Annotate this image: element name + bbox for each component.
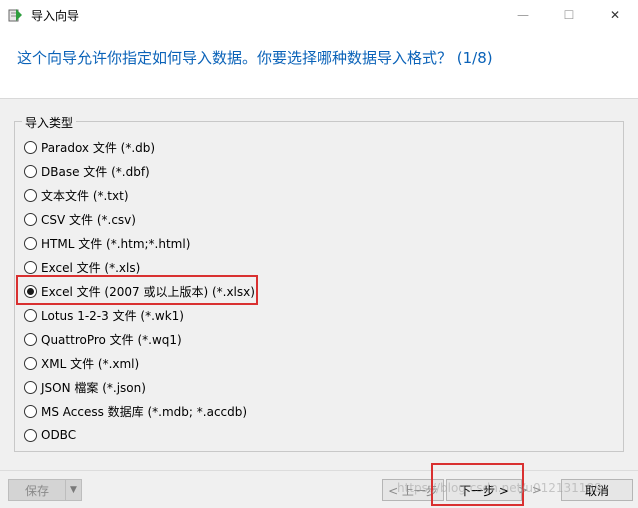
option-label: JSON 檔案 (*.json) <box>41 380 146 395</box>
option-json[interactable]: JSON 檔案 (*.json) <box>24 375 604 399</box>
option-label: CSV 文件 (*.csv) <box>41 212 136 227</box>
radio-button[interactable] <box>24 332 37 346</box>
radio-button[interactable] <box>24 212 37 226</box>
option-label: Lotus 1-2-3 文件 (*.wk1) <box>41 308 184 323</box>
option-dbase[interactable]: DBase 文件 (*.dbf) <box>24 159 604 183</box>
option-label: QuattroPro 文件 (*.wq1) <box>41 332 182 347</box>
option-label: Paradox 文件 (*.db) <box>41 140 156 155</box>
option-text[interactable]: 文本文件 (*.txt) <box>24 183 604 207</box>
save-button[interactable]: 保存 <box>8 479 66 501</box>
option-csv[interactable]: CSV 文件 (*.csv) <box>24 207 604 231</box>
option-odbc[interactable]: ODBC <box>24 423 604 447</box>
title-bar: 导入向导 — ☐ ✕ <box>0 0 638 30</box>
option-label: HTML 文件 (*.htm;*.html) <box>41 236 191 251</box>
option-label: DBase 文件 (*.dbf) <box>41 164 150 179</box>
maximize-button[interactable]: ☐ <box>546 0 592 30</box>
save-dropdown-icon[interactable]: ▼ <box>66 479 82 501</box>
option-label: ODBC <box>41 428 77 442</box>
option-paradox[interactable]: Paradox 文件 (*.db) <box>24 135 604 159</box>
minimize-button[interactable]: — <box>500 0 546 30</box>
radio-button[interactable] <box>24 140 37 154</box>
xlsx-highlight-annotation <box>16 275 258 305</box>
radio-button[interactable] <box>24 380 37 394</box>
radio-button[interactable] <box>24 356 37 370</box>
import-type-label: 导入类型 <box>22 114 77 131</box>
option-label: Excel 文件 (*.xls) <box>41 260 141 275</box>
radio-button[interactable] <box>24 260 37 274</box>
option-html[interactable]: HTML 文件 (*.htm;*.html) <box>24 231 604 255</box>
radio-button[interactable] <box>24 308 37 322</box>
wizard-instruction: 这个向导允许你指定如何导入数据。你要选择哪种数据导入格式？ (1/8) <box>17 49 493 67</box>
radio-button[interactable] <box>24 404 37 418</box>
window-title: 导入向导 <box>31 9 80 23</box>
option-ms-access[interactable]: MS Access 数据库 (*.mdb; *.accdb) <box>24 399 604 423</box>
radio-button[interactable] <box>24 428 37 442</box>
close-button[interactable]: ✕ <box>592 0 638 30</box>
radio-button[interactable] <box>24 188 37 202</box>
option-lotus[interactable]: Lotus 1-2-3 文件 (*.wk1) <box>24 303 604 327</box>
radio-button[interactable] <box>24 164 37 178</box>
import-wizard-icon <box>8 9 22 22</box>
option-xml[interactable]: XML 文件 (*.xml) <box>24 351 604 375</box>
option-label: 文本文件 (*.txt) <box>41 188 129 203</box>
option-quattropro[interactable]: QuattroPro 文件 (*.wq1) <box>24 327 604 351</box>
radio-button[interactable] <box>24 236 37 250</box>
option-label: MS Access 数据库 (*.mdb; *.accdb) <box>41 404 248 419</box>
next-highlight-annotation <box>431 463 524 506</box>
wizard-header: 这个向导允许你指定如何导入数据。你要选择哪种数据导入格式？ (1/8) <box>0 30 638 99</box>
option-label: XML 文件 (*.xml) <box>41 356 140 371</box>
cancel-button[interactable]: 取消 <box>561 479 633 501</box>
